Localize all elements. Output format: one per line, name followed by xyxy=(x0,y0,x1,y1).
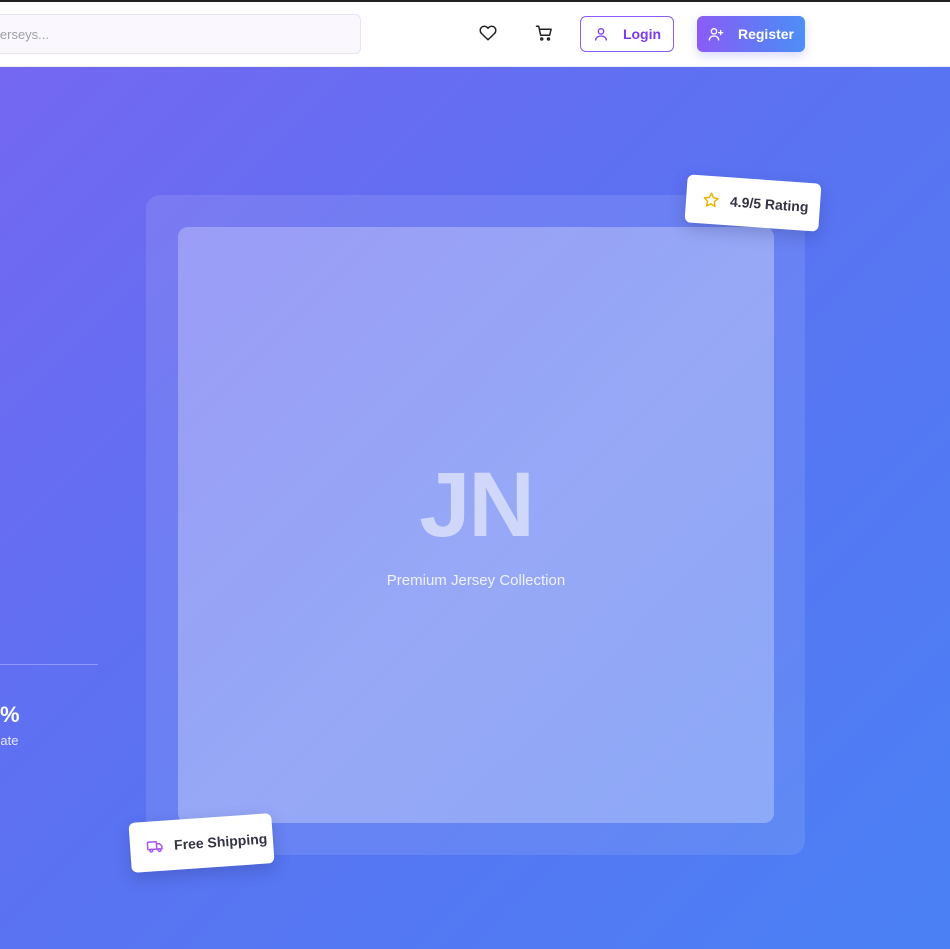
stat-label: ion Rate xyxy=(0,733,19,748)
rating-text: 4.9/5 Rating xyxy=(729,193,810,215)
shipping-text: Free Shipping xyxy=(173,830,268,853)
site-header: Login Register xyxy=(0,2,950,67)
register-button[interactable]: Register xyxy=(697,16,805,52)
product-image-placeholder: JN Premium Jersey Collection xyxy=(178,227,774,823)
cart-icon xyxy=(535,25,552,41)
user-plus-icon xyxy=(708,28,724,41)
star-icon xyxy=(703,192,719,208)
truck-icon xyxy=(146,840,163,853)
search-box[interactable] xyxy=(0,14,361,54)
cart-button[interactable] xyxy=(533,22,555,44)
collection-subtitle: Premium Jersey Collection xyxy=(386,572,566,589)
product-showcase-card: JN Premium Jersey Collection xyxy=(146,195,805,855)
search-input[interactable] xyxy=(0,15,360,53)
free-shipping-badge: Free Shipping xyxy=(128,813,275,873)
login-button[interactable]: Login xyxy=(580,16,674,52)
rating-badge: 4.9/5 Rating xyxy=(684,174,822,232)
register-label: Register xyxy=(737,26,795,42)
login-label: Login xyxy=(622,26,662,42)
wishlist-button[interactable] xyxy=(477,22,499,44)
hero-section: % ion Rate JN Premium Jersey Collection … xyxy=(0,67,950,949)
brand-logo-text: JN xyxy=(419,454,535,556)
stat-item: % ion Rate xyxy=(0,687,120,767)
user-icon xyxy=(594,28,607,41)
stat-value: % xyxy=(0,702,20,727)
stats-divider xyxy=(0,664,98,665)
heart-icon xyxy=(479,25,497,41)
